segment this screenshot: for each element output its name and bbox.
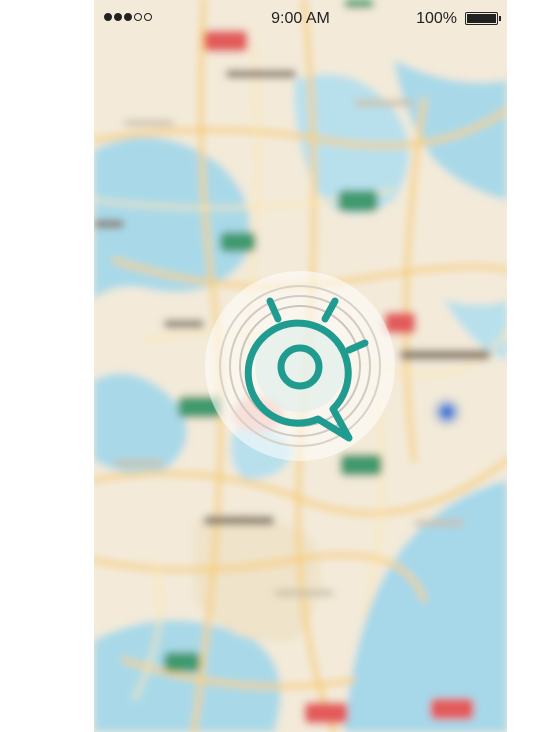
battery-icon	[465, 12, 501, 25]
status-bar: 9:00 AM 100%	[94, 0, 507, 36]
battery-percentage: 100%	[416, 10, 457, 27]
phone-screen: 9:00 AM 100%	[94, 0, 507, 732]
battery-fill	[467, 14, 496, 23]
location-finder[interactable]	[205, 271, 395, 461]
location-search-icon	[205, 271, 395, 461]
